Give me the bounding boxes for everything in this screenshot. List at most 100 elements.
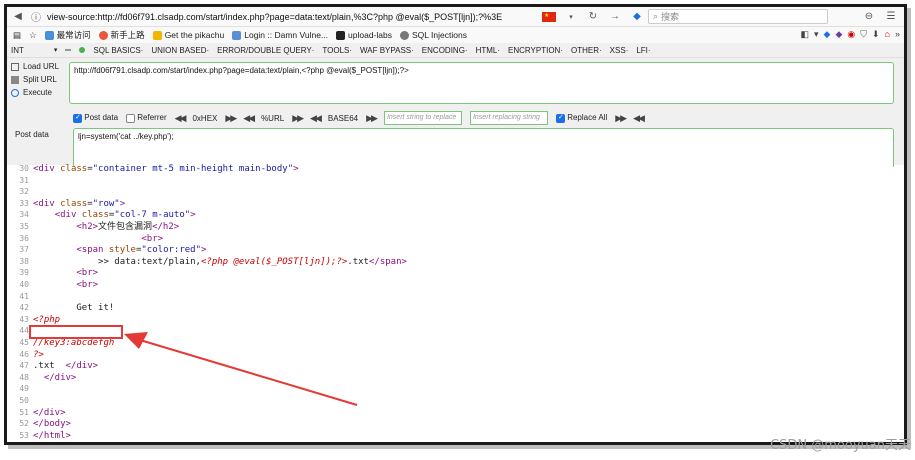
source-line: 34 <div class="col-7 m-auto"> [7,209,195,221]
url-encode-icon[interactable]: ◀◀ [243,113,255,124]
source-line: 37 <span style="color:red"> [7,244,206,256]
search-input[interactable]: ⌕ 搜索 [648,9,828,24]
menu-union-based[interactable]: UNION BASED· [151,46,209,55]
base64-decode-icon[interactable]: ▶▶ [366,113,378,124]
replace-forward-icon[interactable]: ▶▶ [615,113,627,124]
search-icon: ⌕ [653,11,659,21]
toolbar-icons: ◧ ▾ ◆ ◆ ◉ ⛉ ⬇ ⌂ » [800,29,900,40]
source-view: 30 <div class="container mt-5 min-height … [7,164,904,442]
referrer-checkbox[interactable]: Referrer [126,113,167,123]
home-icon[interactable]: ⌂ [885,29,890,40]
base64-encode-icon[interactable]: ◀◀ [310,113,322,124]
back-icon[interactable]: ◀ [11,10,25,24]
bookmark-item[interactable]: 新手上路 [98,29,145,41]
notification-icon[interactable]: ⊖ [862,10,876,24]
menu-xss[interactable]: XSS· [610,46,629,55]
minus-icon[interactable] [65,49,72,51]
load-icon [11,62,19,71]
execute-button[interactable]: Execute [11,88,59,97]
line-number: 37 [19,245,29,255]
menu-other[interactable]: OTHER· [571,46,602,55]
menu-encoding[interactable]: ENCODING· [422,46,468,55]
source-line: 36 <br> [7,233,163,245]
screenshot-frame: ◀ ⓘ view-source:http://fd06f791.clsadp.c… [4,4,907,445]
line-number: 40 [19,280,29,289]
hex-encode-icon[interactable]: ◀◀ [175,113,187,124]
menu-icon[interactable]: ☰ [884,10,898,24]
overflow-icon[interactable]: » [895,29,900,40]
menu-error-double-query[interactable]: ERROR/DOUBLE QUERY· [217,46,314,55]
bookmark-item[interactable]: Login :: Damn Vulne... [232,30,328,40]
line-code: >> data:text/plain,<?php @eval($_POST[lj… [33,256,407,267]
line-code: </div> [33,407,66,418]
status-dot-icon [79,47,86,53]
bookmark-star-icon[interactable]: ☆ [29,30,37,41]
menu-lfi[interactable]: LFI· [636,46,650,55]
extension-icon[interactable]: ◆ [824,29,831,40]
menu-html[interactable]: HTML· [476,46,500,55]
line-number: 52 [19,419,29,429]
line-code: <br> [76,268,99,279]
post-data-label: Post data [15,130,49,139]
bookmark-item[interactable]: 最常访问 [44,29,91,41]
source-line: 48 </div> [7,372,76,384]
post-data-checkbox[interactable]: Post data [73,113,118,123]
source-line: 31 [7,175,33,187]
forward-icon[interactable]: → [608,10,622,24]
find-string-input[interactable]: Insert string to replace [383,111,462,125]
bookmarks-bar: ▤ ☆ 最常访问 新手上路 Get the pikachu Login :: D… [7,27,904,43]
bookmark-item[interactable]: upload-labs [336,30,392,40]
line-code: Get it! [33,303,115,314]
source-line: 41 [7,291,33,303]
line-number: 35 [19,222,29,231]
play-icon [11,88,19,97]
bookmark-item[interactable]: SQL Injections [399,30,467,40]
base64-label: BASE64 [327,113,359,123]
menu-tools[interactable]: TOOLS· [322,46,352,55]
source-line: 35 <h2>文件包含漏洞</h2> [7,221,179,233]
dropdown-icon[interactable]: ▾ [564,10,578,24]
hackbar-url-field[interactable]: http://fd06f791.clsadp.com/start/index.p… [69,62,894,104]
dropdown-icon[interactable]: ▾ [54,46,58,54]
pikachu-icon [152,30,162,40]
replace-all-checkbox[interactable]: Replace All [555,113,607,123]
hex-label: 0xHEX [192,113,218,123]
address-field[interactable]: view-source:http://fd06f791.clsadp.com/s… [47,12,502,22]
key-highlight-box [29,325,123,339]
hackbar-menu: INT ▾ SQL BASICS· UNION BASED· ERROR/DOU… [7,43,904,58]
source-line: 43 <?php [7,314,60,326]
line-number: 32 [19,187,29,197]
line-number: 38 [19,256,29,266]
menu-waf-bypass[interactable]: WAF BYPASS· [360,46,414,55]
globe-icon [232,30,242,40]
extension-icon[interactable]: ◧ [800,29,809,40]
extension-icon[interactable]: ▾ [814,29,819,40]
source-line: 53 </html> [7,430,71,442]
line-number: 46 [19,349,29,359]
url-decode-icon[interactable]: ▶▶ [292,113,304,124]
shield-icon[interactable]: ⛉ [860,29,867,40]
line-number: 45 [19,338,29,347]
extension-icon[interactable]: ◉ [847,29,855,40]
replace-back-icon[interactable]: ◀◀ [633,113,645,124]
reload-icon[interactable]: ↻ [586,10,600,24]
extension-icon[interactable]: ◆ [630,10,644,24]
extension-icon[interactable]: ◆ [835,29,842,40]
hex-decode-icon[interactable]: ▶▶ [225,113,237,124]
bookmark-folder-icon[interactable]: ▤ [13,30,21,41]
line-number: 41 [19,291,29,301]
line-number: 51 [19,407,29,417]
load-url-button[interactable]: Load URL [11,62,59,71]
line-code: //key3:abcdefgh [33,338,115,348]
line-number: 42 [19,303,29,313]
split-url-button[interactable]: Split URL [11,75,59,84]
menu-encryption[interactable]: ENCRYPTION· [508,46,563,55]
source-line: 52 </body> [7,418,71,430]
info-icon[interactable]: ⓘ [29,10,43,24]
menu-sql-basics[interactable]: SQL BASICS· [93,46,143,55]
line-code: <?php [33,314,61,325]
bookmark-item[interactable]: Get the pikachu [152,30,224,40]
download-icon[interactable]: ⬇ [872,29,880,40]
source-line: 40 <br> [7,279,98,291]
replace-string-input[interactable]: Insert replacing string [469,111,548,125]
